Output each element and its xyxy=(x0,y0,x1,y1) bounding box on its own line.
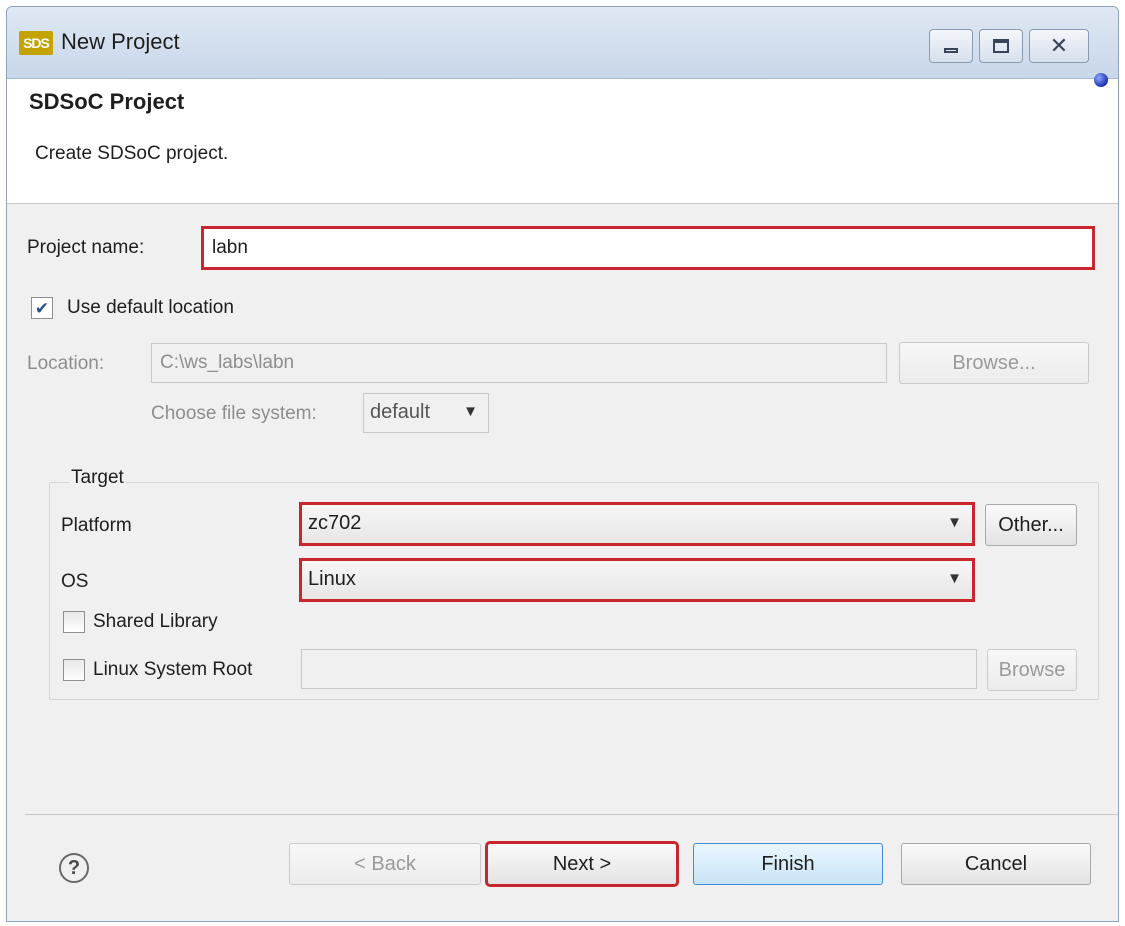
use-default-location-label: Use default location xyxy=(67,297,234,318)
window-title: New Project xyxy=(61,29,180,54)
wizard-page-description: Create SDSoC project. xyxy=(35,143,229,164)
maximize-button[interactable] xyxy=(979,29,1023,63)
os-value: Linux xyxy=(308,568,356,590)
new-project-dialog: SDS New Project ✕ SDSoC Project Create S… xyxy=(6,6,1119,922)
file-system-label: Choose file system: xyxy=(151,403,317,424)
minimize-icon xyxy=(944,47,958,53)
title-bar: SDS New Project ✕ xyxy=(7,7,1118,79)
project-name-input[interactable]: labn xyxy=(201,226,1095,270)
chevron-down-icon: ▼ xyxy=(463,403,478,420)
chevron-down-icon: ▼ xyxy=(947,514,962,531)
sds-app-icon: SDS xyxy=(19,31,53,55)
close-icon: ✕ xyxy=(1049,33,1069,58)
footer-separator xyxy=(25,814,1118,815)
location-label: Location: xyxy=(27,353,105,374)
wizard-banner-icon xyxy=(1094,73,1108,87)
platform-label: Platform xyxy=(61,515,132,536)
browse-root-button[interactable]: Browse xyxy=(987,649,1077,691)
shared-library-label: Shared Library xyxy=(93,611,218,632)
file-system-value: default xyxy=(370,401,431,423)
finish-button[interactable]: Finish xyxy=(693,843,883,885)
project-name-label: Project name: xyxy=(27,237,145,258)
target-group-legend: Target xyxy=(69,467,126,489)
back-button[interactable]: < Back xyxy=(289,843,481,885)
help-icon[interactable]: ? xyxy=(59,853,89,883)
close-button[interactable]: ✕ xyxy=(1029,29,1089,63)
chevron-down-icon: ▼ xyxy=(947,570,962,587)
cancel-button[interactable]: Cancel xyxy=(901,843,1091,885)
location-input[interactable]: C:\ws_labs\labn xyxy=(151,343,887,383)
os-label: OS xyxy=(61,571,89,592)
linux-system-root-input[interactable] xyxy=(301,649,977,689)
minimize-button[interactable] xyxy=(929,29,973,63)
platform-select[interactable]: zc702 ▼ xyxy=(299,502,975,546)
os-select[interactable]: Linux ▼ xyxy=(299,558,975,602)
use-default-location-checkbox[interactable]: ✔ xyxy=(31,297,53,319)
next-button[interactable]: Next > xyxy=(485,841,679,887)
other-platform-button[interactable]: Other... xyxy=(985,504,1077,546)
shared-library-checkbox[interactable] xyxy=(63,611,85,633)
wizard-page-title: SDSoC Project xyxy=(29,89,185,114)
platform-value: zc702 xyxy=(308,512,362,534)
browse-location-button[interactable]: Browse... xyxy=(899,342,1089,384)
linux-system-root-label: Linux System Root xyxy=(93,659,253,680)
linux-system-root-checkbox[interactable] xyxy=(63,659,85,681)
file-system-select[interactable]: default ▼ xyxy=(363,393,489,433)
maximize-icon xyxy=(993,39,1009,53)
